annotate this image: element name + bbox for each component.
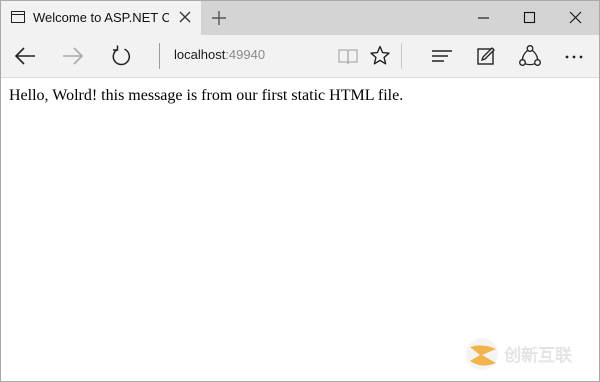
address-bar[interactable]: localhost:49940 — [174, 47, 265, 62]
watermark-logo: 创新互联 — [466, 338, 572, 370]
page-icon — [11, 11, 25, 23]
toolbar-divider — [401, 43, 402, 69]
refresh-icon[interactable] — [107, 42, 135, 70]
star-icon[interactable] — [366, 42, 394, 70]
window-close-button[interactable] — [553, 1, 599, 35]
book-icon[interactable] — [334, 42, 362, 70]
plus-icon[interactable] — [210, 9, 228, 27]
hub-icon[interactable] — [428, 42, 456, 70]
maximize-button[interactable] — [507, 1, 553, 35]
share-icon[interactable] — [516, 42, 544, 70]
minimize-button[interactable] — [460, 1, 506, 35]
pen-icon[interactable] — [472, 42, 500, 70]
close-icon[interactable] — [177, 9, 193, 25]
more-icon[interactable] — [560, 42, 588, 70]
navigation-bar: localhost:49940 — [1, 35, 599, 78]
tab-title: Welcome to ASP.NET Co — [33, 10, 169, 25]
arrow-right-icon[interactable] — [59, 42, 87, 70]
address-port: :49940 — [225, 47, 266, 62]
address-divider — [159, 43, 160, 69]
tab-strip: Welcome to ASP.NET Co — [1, 1, 599, 35]
browser-window: Welcome to ASP.NET Co localhost:49940 He… — [0, 0, 600, 382]
arrow-left-icon[interactable] — [11, 42, 39, 70]
address-host: localhost — [174, 47, 226, 62]
watermark-text: 创新互联 — [504, 346, 572, 366]
page-message: Hello, Wolrd! this message is from our f… — [9, 87, 404, 104]
tab-active[interactable]: Welcome to ASP.NET Co — [1, 1, 201, 35]
